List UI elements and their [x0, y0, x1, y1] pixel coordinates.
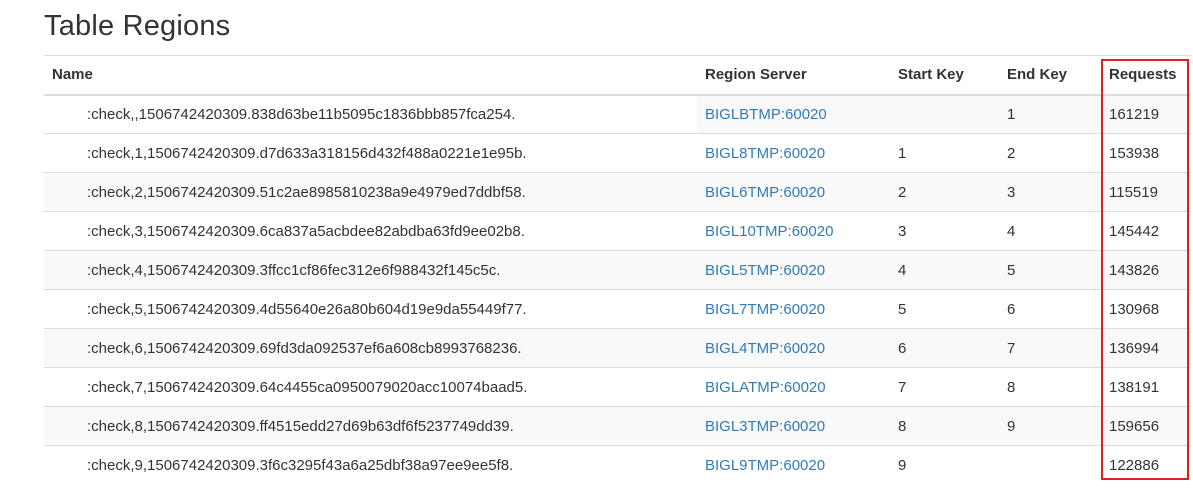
- column-header-name[interactable]: Name: [44, 55, 697, 96]
- region-name-cell: :check,3,1506742420309.6ca837a5acbdee82a…: [44, 211, 697, 251]
- table-row: :check,6,1506742420309.69fd3da092537ef6a…: [44, 328, 1191, 368]
- region-name-cell: :check,9,1506742420309.3f6c3295f43a6a25d…: [44, 445, 697, 485]
- region-server-cell: BIGLATMP:60020: [697, 367, 890, 407]
- column-header-end-key[interactable]: End Key: [999, 55, 1101, 96]
- region-name-cell: :check,,1506742420309.838d63be11b5095c18…: [44, 94, 697, 134]
- region-server-link[interactable]: BIGL6TMP:60020: [705, 184, 825, 201]
- end-key-cell: [999, 445, 1101, 485]
- region-server-link[interactable]: BIGL8TMP:60020: [705, 145, 825, 162]
- region-server-cell: BIGL10TMP:60020: [697, 211, 890, 251]
- end-key-cell: 1: [999, 94, 1101, 134]
- start-key-cell: 7: [890, 367, 999, 407]
- start-key-cell: 8: [890, 406, 999, 446]
- table-row: :check,9,1506742420309.3f6c3295f43a6a25d…: [44, 445, 1191, 485]
- table-row: :check,4,1506742420309.3ffcc1cf86fec312e…: [44, 250, 1191, 290]
- end-key-cell: 6: [999, 289, 1101, 329]
- region-server-link[interactable]: BIGL4TMP:60020: [705, 340, 825, 357]
- start-key-cell: 6: [890, 328, 999, 368]
- region-server-link[interactable]: BIGL7TMP:60020: [705, 301, 825, 318]
- region-server-cell: BIGL3TMP:60020: [697, 406, 890, 446]
- end-key-cell: 7: [999, 328, 1101, 368]
- table-row: :check,8,1506742420309.ff4515edd27d69b63…: [44, 406, 1191, 446]
- end-key-cell: 3: [999, 172, 1101, 212]
- start-key-cell: 9: [890, 445, 999, 485]
- start-key-cell: [890, 94, 999, 134]
- region-name-cell: :check,8,1506742420309.ff4515edd27d69b63…: [44, 406, 697, 446]
- region-server-link[interactable]: BIGLATMP:60020: [705, 379, 826, 396]
- table-row: :check,1,1506742420309.d7d633a318156d432…: [44, 133, 1191, 173]
- end-key-cell: 5: [999, 250, 1101, 290]
- requests-cell: 145442: [1101, 211, 1191, 251]
- table-header-row: Name Region Server Start Key End Key Req…: [44, 55, 1191, 96]
- requests-cell: 130968: [1101, 289, 1191, 329]
- region-server-link[interactable]: BIGLBTMP:60020: [705, 106, 827, 123]
- table-row: :check,5,1506742420309.4d55640e26a80b604…: [44, 289, 1191, 329]
- table-row: :check,2,1506742420309.51c2ae8985810238a…: [44, 172, 1191, 212]
- region-name-cell: :check,7,1506742420309.64c4455ca09500790…: [44, 367, 697, 407]
- start-key-cell: 1: [890, 133, 999, 173]
- region-name-cell: :check,5,1506742420309.4d55640e26a80b604…: [44, 289, 697, 329]
- region-server-link[interactable]: BIGL10TMP:60020: [705, 223, 833, 240]
- regions-table: Name Region Server Start Key End Key Req…: [44, 55, 1191, 485]
- start-key-cell: 3: [890, 211, 999, 251]
- region-name-cell: :check,6,1506742420309.69fd3da092537ef6a…: [44, 328, 697, 368]
- region-server-cell: BIGL7TMP:60020: [697, 289, 890, 329]
- column-header-region-server[interactable]: Region Server: [697, 55, 890, 96]
- requests-cell: 136994: [1101, 328, 1191, 368]
- end-key-cell: 4: [999, 211, 1101, 251]
- region-name-cell: :check,2,1506742420309.51c2ae8985810238a…: [44, 172, 697, 212]
- column-header-start-key[interactable]: Start Key: [890, 55, 999, 96]
- column-header-requests[interactable]: Requests: [1101, 55, 1191, 96]
- region-server-cell: BIGL6TMP:60020: [697, 172, 890, 212]
- end-key-cell: 9: [999, 406, 1101, 446]
- region-server-cell: BIGL9TMP:60020: [697, 445, 890, 485]
- table-row: :check,7,1506742420309.64c4455ca09500790…: [44, 367, 1191, 407]
- region-server-link[interactable]: BIGL3TMP:60020: [705, 418, 825, 435]
- region-server-cell: BIGL8TMP:60020: [697, 133, 890, 173]
- region-server-link[interactable]: BIGL5TMP:60020: [705, 262, 825, 279]
- table-row: :check,3,1506742420309.6ca837a5acbdee82a…: [44, 211, 1191, 251]
- start-key-cell: 2: [890, 172, 999, 212]
- region-server-cell: BIGL5TMP:60020: [697, 250, 890, 290]
- start-key-cell: 4: [890, 250, 999, 290]
- requests-cell: 153938: [1101, 133, 1191, 173]
- region-server-cell: BIGLBTMP:60020: [697, 94, 890, 134]
- requests-cell: 161219: [1101, 94, 1191, 134]
- requests-cell: 138191: [1101, 367, 1191, 407]
- table-row: :check,,1506742420309.838d63be11b5095c18…: [44, 94, 1191, 134]
- requests-cell: 159656: [1101, 406, 1191, 446]
- start-key-cell: 5: [890, 289, 999, 329]
- region-name-cell: :check,1,1506742420309.d7d633a318156d432…: [44, 133, 697, 173]
- region-name-cell: :check,4,1506742420309.3ffcc1cf86fec312e…: [44, 250, 697, 290]
- end-key-cell: 2: [999, 133, 1101, 173]
- end-key-cell: 8: [999, 367, 1101, 407]
- requests-cell: 115519: [1101, 172, 1191, 212]
- requests-cell: 122886: [1101, 445, 1191, 485]
- region-server-link[interactable]: BIGL9TMP:60020: [705, 457, 825, 474]
- page-title: Table Regions: [44, 10, 231, 42]
- region-server-cell: BIGL4TMP:60020: [697, 328, 890, 368]
- requests-cell: 143826: [1101, 250, 1191, 290]
